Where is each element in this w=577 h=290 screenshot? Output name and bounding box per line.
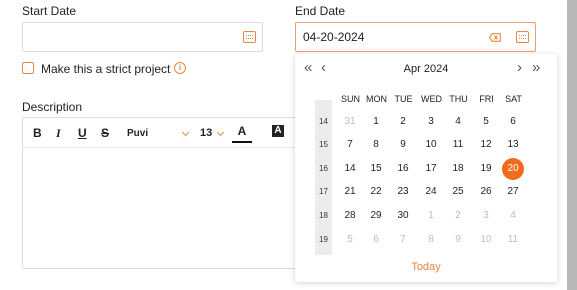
chevron-down-icon[interactable]	[181, 128, 190, 137]
strict-project-checkbox[interactable]	[22, 62, 34, 74]
date-picker-popup: « ‹ Apr 2024 › » Today SUN MON TUE WED THU FR…	[295, 54, 557, 282]
calendar-day[interactable]: 5	[475, 111, 497, 133]
weekday-header: SUN	[340, 94, 360, 104]
info-icon[interactable]: i	[174, 62, 186, 74]
underline-button[interactable]: U	[78, 126, 87, 140]
calendar-day[interactable]: 15	[365, 158, 387, 180]
calendar-day[interactable]: 11	[502, 229, 524, 251]
weekday-header: FRI	[479, 94, 494, 104]
calendar-day[interactable]: 1	[420, 205, 442, 227]
calendar-day[interactable]: 13	[502, 134, 524, 156]
calendar-day[interactable]: 23	[392, 181, 414, 203]
weekday-header: SAT	[505, 94, 522, 104]
calendar-day[interactable]: 10	[475, 229, 497, 251]
calendar-day[interactable]: 6	[365, 229, 387, 251]
calendar-day[interactable]: 2	[447, 205, 469, 227]
end-date-label: End Date	[295, 4, 346, 18]
calendar-day[interactable]: 2	[392, 111, 414, 133]
calendar-day[interactable]: 29	[365, 205, 387, 227]
weekday-header: MON	[366, 94, 387, 104]
calendar-day[interactable]: 18	[447, 158, 469, 180]
calendar-day[interactable]: 11	[447, 134, 469, 156]
weekday-header: THU	[449, 94, 468, 104]
end-date-value: 04-20-2024	[303, 30, 365, 44]
text-color-button[interactable]: A	[232, 124, 252, 143]
calendar-day[interactable]: 17	[420, 158, 442, 180]
week-number: 14	[319, 117, 328, 126]
week-number: 17	[319, 187, 328, 196]
next-year-button[interactable]: »	[532, 60, 540, 75]
calendar-day[interactable]: 10	[420, 134, 442, 156]
start-date-field[interactable]	[22, 22, 263, 52]
today-button[interactable]: Today	[295, 261, 557, 273]
calendar-day[interactable]: 3	[475, 205, 497, 227]
calendar-day[interactable]: 30	[392, 205, 414, 227]
calendar-day[interactable]: 21	[339, 181, 361, 203]
calendar-day[interactable]: 16	[392, 158, 414, 180]
font-family-select[interactable]: Puvi	[127, 127, 148, 141]
calendar-day[interactable]: 4	[447, 111, 469, 133]
strikethrough-button[interactable]: S	[101, 126, 109, 140]
calendar-day[interactable]: 5	[339, 229, 361, 251]
bold-button[interactable]: B	[33, 126, 42, 140]
calendar-day[interactable]: 25	[447, 181, 469, 203]
calendar-day[interactable]: 19	[475, 158, 497, 180]
background-color-button[interactable]: A	[272, 125, 284, 137]
page-scrollbar[interactable]	[567, 0, 577, 290]
calendar-day[interactable]: 9	[447, 229, 469, 251]
calendar-day[interactable]: 24	[420, 181, 442, 203]
clear-icon[interactable]	[489, 33, 501, 42]
calendar-day[interactable]: 4	[502, 205, 524, 227]
week-number: 18	[319, 211, 328, 220]
editor-toolbar: B I U S Puvi 13 A A	[23, 118, 321, 148]
calendar-day[interactable]: 31	[339, 111, 361, 133]
end-date-field[interactable]: 04-20-2024	[295, 22, 536, 52]
font-size-select[interactable]: 13	[200, 126, 212, 140]
calendar-icon[interactable]	[243, 31, 256, 43]
calendar-day[interactable]: 8	[420, 229, 442, 251]
calendar-day[interactable]: 6	[502, 111, 524, 133]
strict-project-label: Make this a strict project	[41, 62, 171, 76]
calendar-day[interactable]: 26	[475, 181, 497, 203]
chevron-down-icon[interactable]	[216, 128, 225, 137]
description-label: Description	[22, 100, 83, 114]
week-number: 19	[319, 235, 328, 244]
calendar-day[interactable]: 7	[392, 229, 414, 251]
italic-button[interactable]: I	[56, 126, 61, 140]
calendar-day[interactable]: 9	[392, 134, 414, 156]
selected-day[interactable]: 20	[502, 158, 524, 180]
calendar-day[interactable]: 27	[502, 181, 524, 203]
week-number: 15	[319, 140, 328, 149]
calendar-day[interactable]: 1	[365, 111, 387, 133]
calendar-day[interactable]: 3	[420, 111, 442, 133]
calendar-day[interactable]: 28	[339, 205, 361, 227]
weekday-header: TUE	[394, 94, 413, 104]
week-number: 16	[319, 164, 328, 173]
calendar-day[interactable]: 7	[339, 134, 361, 156]
calendar-icon[interactable]	[516, 31, 529, 43]
description-editor[interactable]: B I U S Puvi 13 A A	[22, 117, 322, 269]
weekday-header: WED	[421, 94, 442, 104]
next-month-button[interactable]: ›	[517, 60, 522, 75]
calendar-day[interactable]: 14	[339, 158, 361, 180]
calendar-day[interactable]: 12	[475, 134, 497, 156]
calendar-day[interactable]: 22	[365, 181, 387, 203]
start-date-label: Start Date	[22, 4, 77, 18]
calendar-day[interactable]: 8	[365, 134, 387, 156]
